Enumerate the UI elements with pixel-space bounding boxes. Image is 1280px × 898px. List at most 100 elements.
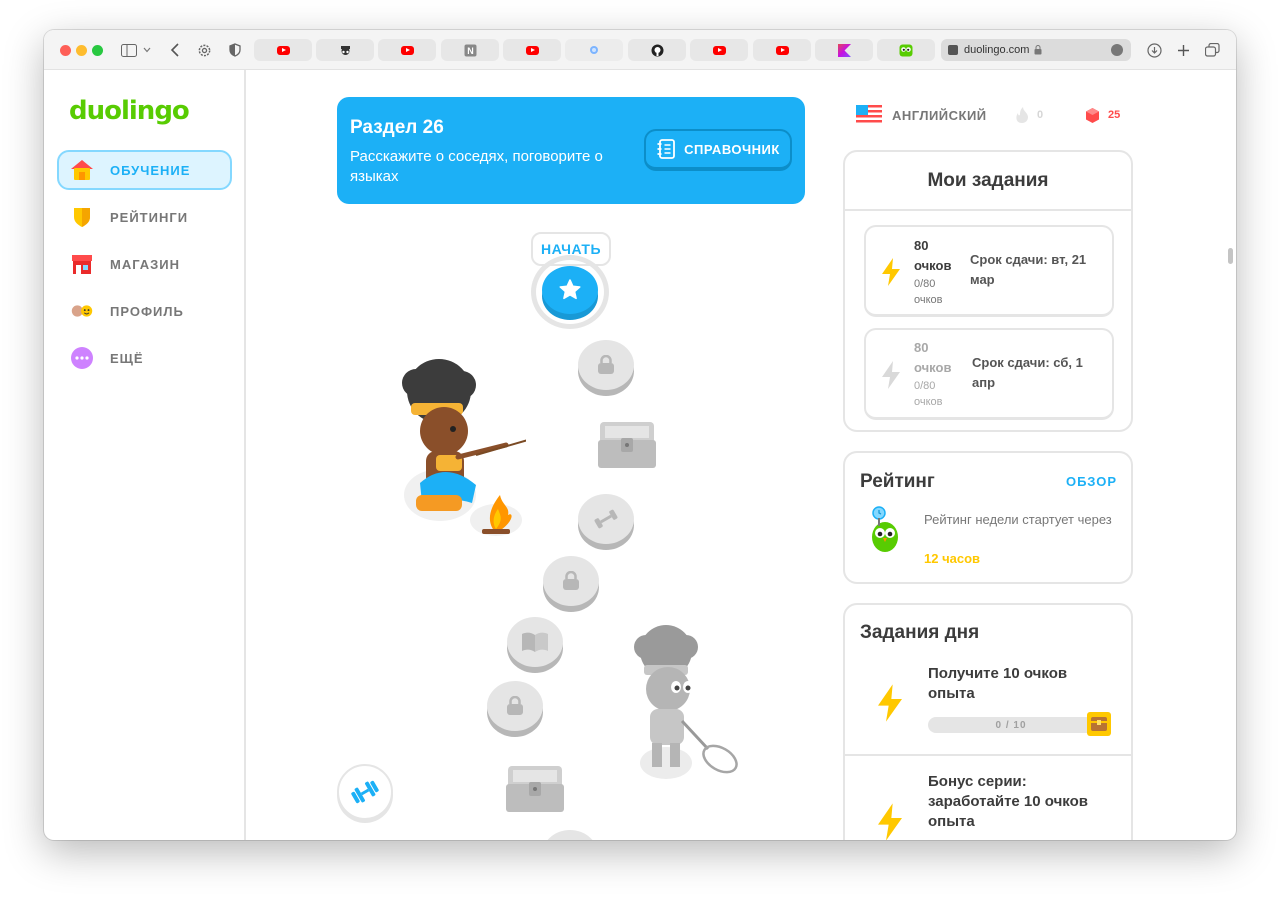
spy-icon	[340, 45, 350, 55]
leaderboard-title: Рейтинг	[860, 471, 935, 492]
back-icon[interactable]	[166, 41, 184, 59]
sidebar-item-label: ПРОФИЛЬ	[110, 303, 184, 319]
locked-lesson-node[interactable]	[578, 340, 634, 390]
sidebar-item-more[interactable]: ЕЩЁ	[57, 338, 232, 378]
profile-icon	[69, 298, 95, 324]
lightning-icon	[882, 361, 900, 389]
reward-chest-icon	[1087, 712, 1111, 736]
treasure-chest[interactable]	[504, 762, 564, 812]
tab-notion[interactable]: N	[441, 39, 499, 61]
youtube-icon	[712, 45, 726, 55]
sidebar-item-leaderboards[interactable]: РЕЙТИНГИ	[57, 197, 232, 237]
tab-duolingo[interactable]	[877, 39, 935, 61]
sidebar-item-learn[interactable]: ОБУЧЕНИЕ	[57, 150, 232, 190]
quest-due: Срок сдачи: сб, 1 апр	[972, 355, 1083, 390]
browser-window: N duolingo.com duolingo ОБУЧЕНИЕ РЕЙТИНГ…	[44, 30, 1236, 840]
sidebar-item-label: ОБУЧЕНИЕ	[110, 162, 191, 178]
practice-hub-button[interactable]	[337, 764, 393, 820]
quest-item[interactable]: 80 очков 0/80 очков Срок сдачи: вт, 21 м…	[864, 225, 1114, 317]
owl-icon	[872, 506, 898, 552]
kotlin-icon	[837, 43, 851, 57]
daily-quests-card: Задания дня Получите 10 очков опыта 0 / …	[843, 603, 1133, 840]
unit-title: Раздел 26	[350, 117, 444, 138]
quest-points-unit: очков	[914, 258, 952, 273]
chest-icon	[598, 422, 656, 468]
sidebar-toggle-icon[interactable]	[120, 41, 138, 59]
shield-icon	[69, 204, 95, 230]
minimize-window-button[interactable]	[76, 45, 87, 56]
story-lesson-node[interactable]	[507, 617, 563, 667]
tab-youtube[interactable]	[254, 39, 312, 61]
tab-youtube[interactable]	[503, 39, 561, 61]
daily-quest-progress-bar: 0 / 10	[928, 717, 1094, 733]
notebook-icon	[657, 139, 676, 159]
sidebar-item-profile[interactable]: ПРОФИЛЬ	[57, 291, 232, 331]
quest-item[interactable]: 80 очков 0/80 очков Срок сдачи: сб, 1 ап…	[864, 328, 1114, 420]
chest-icon	[506, 766, 564, 812]
locked-lesson-node[interactable]	[542, 830, 598, 840]
gear-icon[interactable]	[195, 41, 213, 59]
download-icon[interactable]	[1145, 41, 1163, 59]
duolingo-logo[interactable]: duolingo	[69, 96, 190, 126]
quests-title: Мои задания	[845, 152, 1131, 211]
tab-youtube[interactable]	[690, 39, 748, 61]
divider	[845, 754, 1131, 756]
browser-toolbar: N duolingo.com	[44, 30, 1236, 70]
leaderboard-view-link[interactable]: ОБЗОР	[1066, 474, 1117, 489]
tab-spy[interactable]	[316, 39, 374, 61]
lightning-icon	[878, 684, 902, 722]
address-bar[interactable]: duolingo.com	[941, 39, 1131, 61]
url-text: duolingo.com	[964, 44, 1030, 56]
lock-icon	[563, 571, 579, 590]
lock-icon	[598, 355, 614, 374]
us-flag-icon	[856, 105, 882, 125]
locked-lesson-node[interactable]	[487, 681, 543, 731]
tab-overview-icon[interactable]	[1203, 41, 1221, 59]
sidebar: duolingo ОБУЧЕНИЕ РЕЙТИНГИ МАГАЗИН ПРОФИ…	[44, 70, 246, 840]
more-options-icon[interactable]	[1111, 44, 1123, 56]
gems-counter[interactable]: 25	[1085, 103, 1120, 127]
dumbbell-icon	[594, 509, 618, 529]
daily-quest-text: Бонус серии: заработайте 10 очков опыта	[928, 773, 1088, 830]
tab-blue[interactable]	[565, 39, 623, 61]
locked-lesson-node[interactable]	[543, 556, 599, 606]
practice-lesson-node[interactable]	[578, 494, 634, 544]
duolingo-owl-icon	[899, 44, 913, 56]
quest-progress: 0/80	[914, 380, 936, 392]
character-campfire-illustration	[402, 359, 526, 536]
tab-youtube[interactable]	[378, 39, 436, 61]
treasure-chest[interactable]	[596, 418, 656, 468]
locked-character-illustration	[634, 625, 738, 779]
new-tab-icon[interactable]	[1174, 41, 1192, 59]
sidebar-item-shop[interactable]: МАГАЗИН	[57, 244, 232, 284]
active-lesson-node[interactable]	[542, 266, 598, 314]
privacy-shield-icon[interactable]	[226, 41, 244, 59]
tab-kotlin[interactable]	[815, 39, 873, 61]
notion-icon: N	[464, 44, 476, 56]
leaderboard-card: Рейтинг ОБЗОР Рейтинг недели стартует че…	[843, 451, 1133, 584]
streak-counter[interactable]: 0	[1015, 103, 1043, 127]
language-label: АНГЛИЙСКИЙ	[892, 107, 987, 123]
lock-icon	[1034, 45, 1042, 55]
asterisk-icon	[590, 46, 598, 54]
guidebook-button[interactable]: СПРАВОЧНИК	[644, 129, 792, 171]
youtube-icon	[775, 45, 789, 55]
scrollbar-thumb[interactable]	[1228, 248, 1233, 264]
guidebook-label: СПРАВОЧНИК	[684, 141, 780, 157]
tab-github[interactable]	[628, 39, 686, 61]
streak-count: 0	[1037, 109, 1044, 121]
gems-count: 25	[1108, 109, 1121, 121]
quests-card: Мои задания 80 очков 0/80 очков Срок сда…	[843, 150, 1133, 432]
daily-quest-progress-text: 0 / 10	[995, 719, 1027, 731]
daily-quests-title: Задания дня	[860, 622, 980, 643]
language-selector[interactable]: АНГЛИЙСКИЙ	[856, 103, 987, 127]
home-icon	[69, 157, 95, 183]
tab-youtube[interactable]	[753, 39, 811, 61]
zoom-window-button[interactable]	[92, 45, 103, 56]
close-window-button[interactable]	[60, 45, 71, 56]
chevron-down-icon[interactable]	[142, 41, 152, 59]
sidebar-item-label: МАГАЗИН	[110, 256, 181, 272]
youtube-icon	[400, 45, 414, 55]
leaderboard-text: Рейтинг недели стартует через	[924, 512, 1112, 527]
dumbbell-icon	[351, 780, 379, 804]
